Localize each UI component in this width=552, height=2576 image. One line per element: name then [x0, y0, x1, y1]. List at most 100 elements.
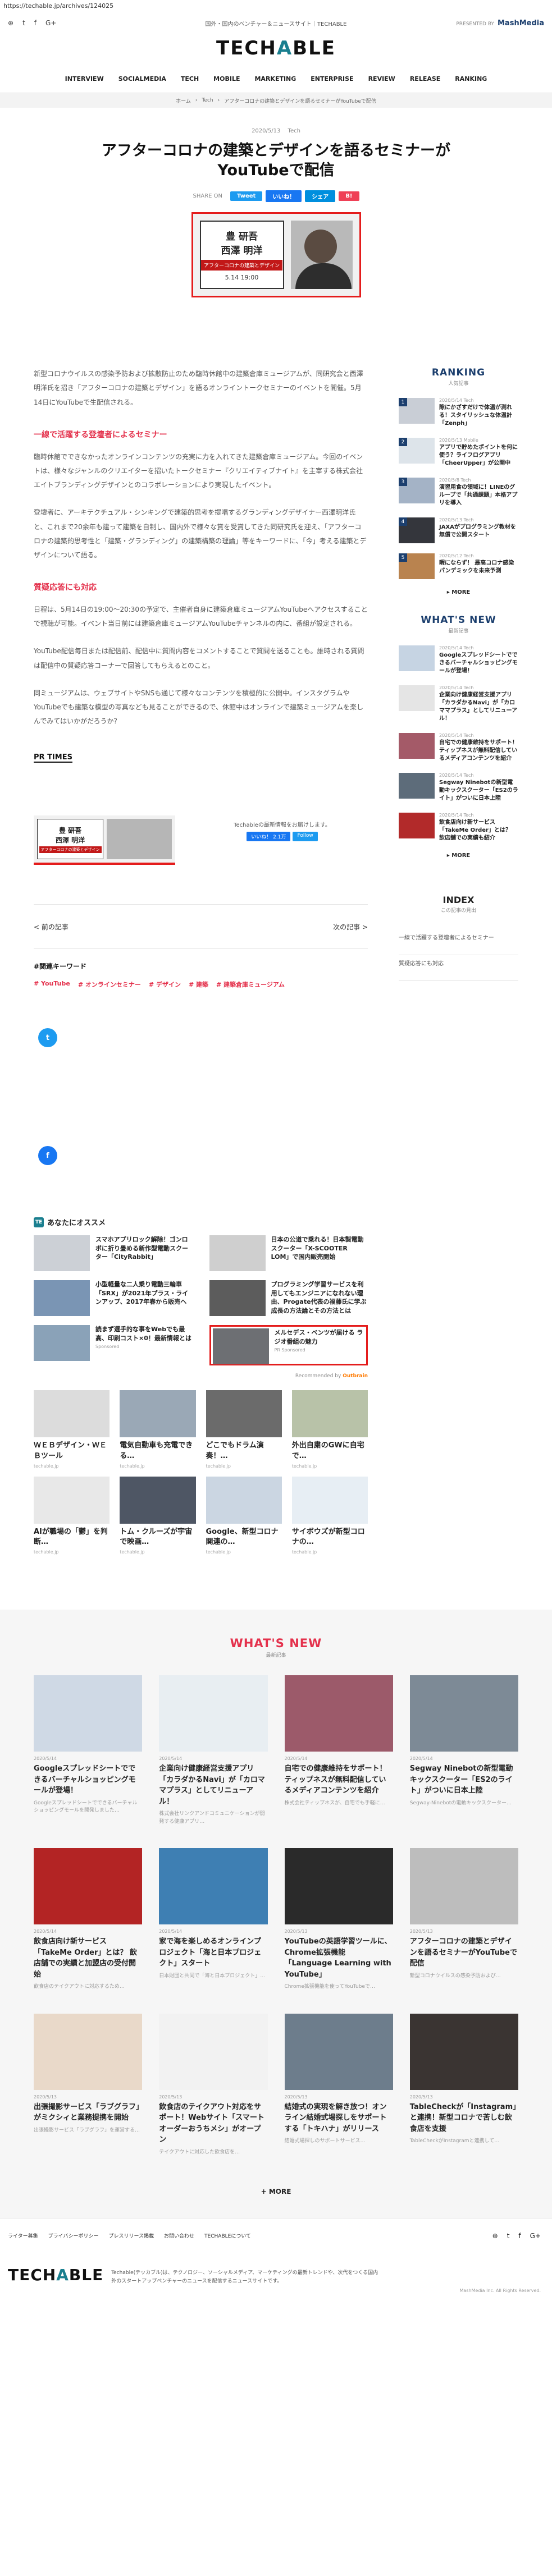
nav-item-review[interactable]: REVIEW: [368, 75, 395, 82]
whatsnew-more-link[interactable]: ▸ MORE: [399, 852, 518, 859]
side-news-item[interactable]: 2020/5/14 Tech 飲食店向け新サービス「TakeMe Order」とは…: [399, 813, 518, 842]
keyword-tags: # YouTube # オンラインセミナー # デザイン # 建築 # 建築倉庫ミュージ…: [34, 980, 368, 989]
news-card-thumbnail: [159, 1675, 268, 1752]
external-item[interactable]: AIが職場の「鬱」を判断… techable.jp: [34, 1476, 110, 1555]
news-card-thumbnail: [159, 1848, 268, 1925]
article-category[interactable]: Tech: [288, 128, 300, 134]
news-card[interactable]: 2020/5/14 Googleスプレッドシートでできるバーチャルショッピングモー…: [34, 1675, 143, 1826]
side-news-item[interactable]: 2020/5/14 Tech 企業向け健康経営支援アプリ「カラダかるNavi」が「…: [399, 685, 518, 723]
external-item[interactable]: 電気自動車も充電できる… techable.jp: [120, 1390, 196, 1469]
external-item[interactable]: Google、新型コロナ関連の… techable.jp: [206, 1476, 282, 1555]
news-card-date: 2020/5/13: [284, 2094, 308, 2100]
side-news-title: Googleスプレッドシートでできるバーチャルショッピングモールが登場！: [439, 652, 518, 675]
news-card[interactable]: 2020/5/14 自宅での健康維持をサポート！ティップネスが無料配信しているメデ…: [284, 1675, 393, 1826]
side-news-item[interactable]: 2020/5/14 Tech 自宅での健康維持をサポート！ティップネスが無料配信し…: [399, 733, 518, 763]
footer-link[interactable]: ライター募集: [8, 2232, 38, 2239]
footer-link[interactable]: お問い合わせ: [164, 2232, 194, 2239]
like-button[interactable]: いいね！: [266, 190, 302, 203]
hatena-button[interactable]: B!: [339, 191, 359, 201]
external-item[interactable]: 外出自粛のGWに自宅で… techable.jp: [291, 1390, 368, 1469]
footer-logo[interactable]: TECHABLE: [8, 2266, 103, 2284]
index-item[interactable]: 質疑応答にも対応: [399, 955, 518, 982]
source-link[interactable]: PR TIMES: [34, 753, 72, 763]
news-card-title: 自宅での健康維持をサポート！ティップネスが無料配信しているメディアコンテンツを紹…: [284, 1764, 387, 1795]
facebook-share-icon[interactable]: f: [38, 1146, 57, 1166]
address-bar[interactable]: https://techable.jp/archives/124025: [0, 0, 552, 17]
side-news-item[interactable]: 2020/5/14 Tech Segway Ninebotの新型電動キックスクータ…: [399, 773, 518, 803]
breadcrumb-item[interactable]: アフターコロナの建築とデザインを語るセミナーがYouTubeで配信: [224, 97, 376, 104]
keyword-tag[interactable]: # 建築: [189, 980, 208, 989]
nav-item-enterprise[interactable]: ENTERPRISE: [311, 75, 353, 82]
breadcrumb-item[interactable]: ホーム: [176, 97, 191, 104]
side-news-thumbnail: [399, 733, 435, 759]
news-card[interactable]: 2020/5/13 結婚式の実現を解き放つ！オンライン結婚式場探しをサポートする「…: [284, 2013, 393, 2157]
prev-article-link[interactable]: < 前の記事: [34, 922, 69, 932]
index-item[interactable]: 一線で活躍する登壇者によるセミナー: [399, 929, 518, 956]
facebook-icon[interactable]: f: [518, 2232, 521, 2240]
news-card[interactable]: 2020/5/14 企業向け健康経営支援アプリ「カラダかるNavi」が「カロママプ…: [159, 1675, 268, 1826]
recommend-title: 読まず選手的な事をWebでも最高、印刷コスト×0！最新情報とは: [95, 1326, 191, 1342]
breadcrumb-item[interactable]: Tech: [202, 98, 213, 103]
article-title: アフターコロナの建築とデザインを語るセミナーが YouTubeで配信: [102, 142, 450, 180]
outbrain-credit[interactable]: Recommended by Outbrain: [34, 1373, 368, 1379]
twitter-share-icon[interactable]: t: [38, 1028, 57, 1048]
keyword-tag[interactable]: # オンラインセミナー: [78, 980, 141, 989]
ranking-item[interactable]: 1 2020/5/14 Tech 隙にかざすだけで体温が測れる！スタイリッシュな体温…: [399, 398, 518, 428]
nav-item-socialmedia[interactable]: SOCIALMEDIA: [118, 75, 166, 82]
tweet-button[interactable]: Tweet: [230, 191, 263, 201]
next-article-link[interactable]: 次の記事 >: [333, 922, 368, 932]
share-button[interactable]: シェア: [305, 190, 336, 203]
keyword-tag[interactable]: # デザイン: [149, 980, 181, 989]
news-card[interactable]: 2020/5/14 Segway Ninebotの新型電動キックスクーター「ES2…: [409, 1675, 518, 1826]
follow-twitter-button[interactable]: Follow: [293, 832, 318, 842]
news-card[interactable]: 2020/5/13 出張撮影サービス「ラブグラフ」がミクシィと業務提携を開始 出張撮…: [34, 2013, 143, 2157]
site-logo[interactable]: TECHABLE: [216, 37, 336, 59]
twitter-icon[interactable]: t: [507, 2232, 510, 2240]
nav-item-interview[interactable]: INTERVIEW: [65, 75, 104, 82]
news-card[interactable]: 2020/5/13 飲食店のテイクアウト対応をサポート！Webサイト「スマートオー…: [159, 2013, 268, 2157]
news-card[interactable]: 2020/5/13 アフターコロナの建築とデザインを語るセミナーがYouTubeで…: [409, 1848, 518, 1991]
rss-icon[interactable]: ⊕: [492, 2232, 498, 2240]
ranking-more-link[interactable]: ▸ MORE: [399, 589, 518, 595]
news-card[interactable]: 2020/5/14 家で海を楽しめるオンラインプロジェクト「海と日本プロジェクト」…: [159, 1848, 268, 1991]
news-card[interactable]: 2020/5/14 飲食店向け新サービス「TakeMe Order」とは？ 飲店舗…: [34, 1848, 143, 1991]
ranking-item[interactable]: 2 2020/5/13 Mobile アプリで貯めたポイントを何に使う？ライフログア…: [399, 438, 518, 467]
footer-link[interactable]: プレスリリース掲載: [108, 2232, 154, 2239]
side-news-item[interactable]: 2020/5/14 Tech Googleスプレッドシートでできるバーチャルショッ…: [399, 645, 518, 675]
ranking-item[interactable]: 4 2020/5/13 Tech JAXAがプログラミング教材を無償で公開スタート: [399, 517, 518, 544]
recommend-title: メルセデス・ベンツが届ける ラジオ番組の魅力: [274, 1329, 363, 1345]
nav-item-marketing[interactable]: MARKETING: [254, 75, 296, 82]
news-card[interactable]: 2020/5/13 TableCheckが「Instagram」と連携！新型コロナ…: [409, 2013, 518, 2157]
ranking-title: 隙にかざすだけで体温が測れる！スタイリッシュな体温計「Zenph」: [439, 405, 512, 427]
paragraph: 登壇者に、アーキテクチュアル・シンキングで建築的思考を提唱するグランディングデザ…: [34, 508, 367, 559]
external-item[interactable]: トム・クルーズが宇宙で映画… techable.jp: [120, 1476, 196, 1555]
footer-link[interactable]: プライバシーポリシー: [48, 2232, 99, 2239]
nav-item-mobile[interactable]: MOBILE: [213, 75, 240, 82]
footer-link[interactable]: TECHABLEについて: [204, 2232, 251, 2239]
nav-item-tech[interactable]: TECH: [181, 75, 199, 82]
news-card[interactable]: 2020/5/13 YouTubeの英語学習ツールに、Chrome拡張機能「Lan…: [284, 1848, 393, 1991]
recommend-item[interactable]: 小型軽量な二人乗り電動三輪車「SRX」が2021年プラス・ラインアップ、2017…: [34, 1280, 193, 1317]
breadcrumb: ホーム › Tech › アフターコロナの建築とデザインを語るセミナーがYouTubeで…: [0, 93, 552, 108]
recommend-item[interactable]: 読まず選手的な事をWebでも最高、印刷コスト×0！最新情報とは Sponsored: [34, 1325, 193, 1362]
follow-like-button[interactable]: いいね！ 2.1万: [247, 832, 291, 842]
ranking-item[interactable]: 5 2020/5/12 Tech 暇にならず！ 最高コロナ感染パンデミックを未来予測: [399, 553, 518, 580]
ranking-item[interactable]: 3 2020/5/8 Tech 演習用食の領域に！LINEのグループで「共通課題」本…: [399, 478, 518, 507]
keyword-tag[interactable]: # 建築倉庫ミュージアム: [216, 980, 285, 989]
external-title: AIが職場の「鬱」を判断…: [34, 1527, 108, 1546]
recommend-item[interactable]: スマホアプリロック解除！ゴンロボに折り畳める新作型電動スクーター「CityRab…: [34, 1235, 193, 1272]
whatsnew-side-title: WHAT'S NEW: [421, 615, 496, 626]
recommend-item[interactable]: メルセデス・ベンツが届ける ラジオ番組の魅力 PR Sponsored: [209, 1325, 368, 1366]
recommend-item[interactable]: プログラミング学習サービスを利用してもエンジニアになれない理由、Progate代…: [209, 1280, 368, 1317]
nav-item-release[interactable]: RELEASE: [410, 75, 440, 82]
keyword-tag[interactable]: # YouTube: [34, 980, 70, 989]
whatsnew-more-button[interactable]: + MORE: [34, 2188, 518, 2195]
recommend-item[interactable]: 日本の公道で乗れる！日本製電動スクーター「X-SCOOTER LOM」で国内販売…: [209, 1235, 368, 1272]
external-item[interactable]: サイボウズが新型コロナの… techable.jp: [291, 1476, 368, 1555]
news-card-thumbnail: [159, 2013, 268, 2090]
external-item[interactable]: ＷＥＢデザイン・ＷＥＢツール techable.jp: [34, 1390, 110, 1469]
ranking-thumbnail: 3: [399, 478, 435, 504]
googleplus-icon[interactable]: G+: [530, 2232, 541, 2240]
nav-item-ranking[interactable]: RANKING: [455, 75, 487, 82]
external-item[interactable]: どこでもドラム演奏！… techable.jp: [206, 1390, 282, 1469]
